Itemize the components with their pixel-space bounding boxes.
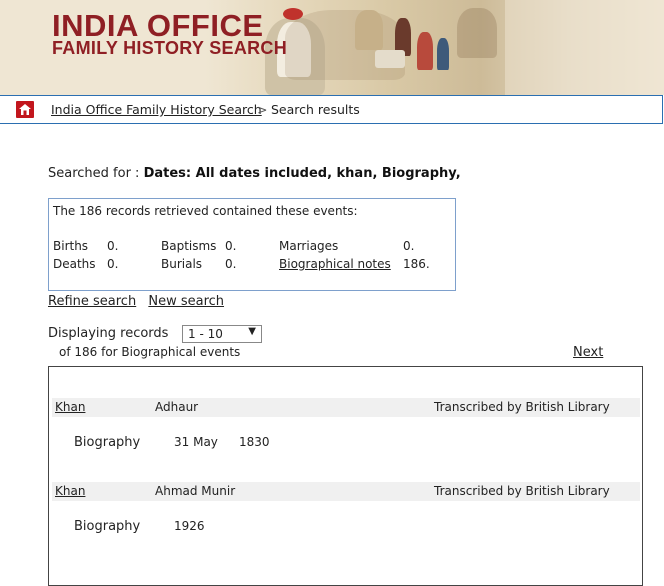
deaths-label: Deaths [53, 257, 96, 271]
next-page-link[interactable]: Next [573, 345, 603, 360]
home-icon[interactable] [16, 101, 34, 118]
source-text: Transcribed by British Library [434, 484, 610, 498]
surname-link[interactable]: Khan [55, 484, 85, 498]
result-header-row: Khan Adhaur Transcribed by British Libra… [52, 398, 640, 417]
records-range-value: 1 - 10 [188, 327, 223, 341]
events-summary-box: The 186 records retrieved contained thes… [48, 198, 456, 291]
breadcrumb-home-link[interactable]: India Office Family History Search [51, 102, 262, 117]
breadcrumb-separator: > [257, 102, 268, 117]
event-type: Biography [74, 519, 141, 534]
records-range-select[interactable]: 1 - 10 ▼ [182, 325, 262, 343]
result-detail-row: Biography 1926 [49, 519, 639, 539]
refine-search-link[interactable]: Refine search [48, 294, 136, 309]
biographical-notes-link[interactable]: Biographical notes [279, 257, 391, 271]
records-count-text: of 186 for Biographical events [59, 345, 241, 359]
burials-label: Burials [161, 257, 203, 271]
event-date: 31 May [174, 435, 218, 449]
results-table: Khan Adhaur Transcribed by British Libra… [48, 366, 643, 586]
result-detail-row: Biography 31 May 1830 [49, 435, 639, 455]
biographical-notes-item: Biographical notes [279, 257, 391, 271]
burials-value: 0. [225, 257, 237, 271]
given-name: Adhaur [155, 400, 199, 414]
result-header-row: Khan Ahmad Munir Transcribed by British … [52, 482, 640, 501]
chevron-down-icon: ▼ [248, 326, 256, 337]
event-year: 1830 [239, 435, 270, 449]
displaying-records-label: Displaying records [48, 326, 169, 341]
surname-link[interactable]: Khan [55, 400, 85, 414]
births-label: Births [53, 239, 89, 253]
search-actions: Refine search New search [48, 294, 232, 309]
marriages-label: Marriages [279, 239, 339, 253]
new-search-link[interactable]: New search [148, 294, 224, 309]
header-banner: INDIA OFFICE FAMILY HISTORY SEARCH [0, 0, 664, 95]
source-text: Transcribed by British Library [434, 400, 610, 414]
breadcrumb: India Office Family History Search > Sea… [0, 95, 663, 124]
marriages-value: 0. [403, 239, 415, 253]
baptisms-value: 0. [225, 239, 237, 253]
births-value: 0. [107, 239, 119, 253]
biographical-notes-value: 186. [403, 257, 430, 271]
site-subtitle: FAMILY HISTORY SEARCH [52, 38, 288, 58]
event-date: 1926 [174, 519, 205, 533]
search-summary: Searched for : Dates: All dates included… [48, 166, 461, 181]
events-intro: The 186 records retrieved contained thes… [53, 204, 358, 218]
event-type: Biography [74, 435, 141, 450]
search-terms: Dates: All dates included, khan, Biograp… [143, 166, 461, 181]
breadcrumb-current: Search results [271, 102, 360, 117]
given-name: Ahmad Munir [155, 484, 236, 498]
baptisms-label: Baptisms [161, 239, 217, 253]
deaths-value: 0. [107, 257, 119, 271]
search-label: Searched for : [48, 166, 140, 181]
